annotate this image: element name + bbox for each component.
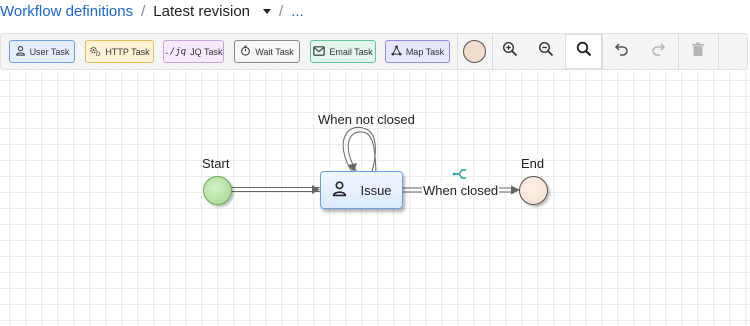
- zoom-in-icon: [502, 41, 518, 62]
- end-event-palette: [457, 34, 493, 69]
- jq-task-label: JQ Task: [190, 46, 223, 57]
- editor-toolbar: User Task HTTP Task ./jq JQ Task Wait Ta…: [0, 33, 748, 70]
- breadcrumb-workflow-definitions-link[interactable]: Workflow definitions: [0, 3, 133, 20]
- user-icon: [15, 45, 26, 58]
- caret-down-icon[interactable]: [263, 8, 272, 14]
- history-controls: [603, 34, 679, 69]
- zoom-fit-button[interactable]: [565, 34, 602, 69]
- self-loop-condition-label[interactable]: When not closed: [318, 112, 415, 127]
- breadcrumb-separator: /: [141, 2, 146, 20]
- user-icon: [331, 180, 348, 200]
- email-task-button[interactable]: Email Task: [310, 40, 376, 63]
- end-event-button[interactable]: [463, 40, 486, 63]
- redo-button[interactable]: [641, 34, 675, 69]
- user-task-button[interactable]: User Task: [9, 40, 75, 63]
- end-event-node[interactable]: [519, 176, 548, 205]
- breadcrumb-separator: /: [279, 2, 284, 20]
- jq-task-button[interactable]: ./jq JQ Task: [163, 40, 224, 63]
- zoom-fit-icon: [576, 41, 592, 62]
- delete-controls: [679, 34, 719, 69]
- jq-icon: ./jq: [164, 46, 187, 57]
- user-task-label: User Task: [29, 46, 70, 57]
- delete-button[interactable]: [681, 34, 715, 69]
- redo-icon: [650, 41, 666, 62]
- undo-button[interactable]: [605, 34, 639, 69]
- workflow-canvas[interactable]: Start When not closed Issue When closed …: [0, 71, 750, 326]
- issue-task-label: Issue: [360, 182, 392, 198]
- breadcrumb-more-link[interactable]: ...: [291, 3, 304, 20]
- zoom-in-button[interactable]: [493, 34, 527, 69]
- breadcrumb: Workflow definitions / Latest revision /…: [0, 0, 750, 22]
- email-task-label: Email Task: [329, 46, 373, 57]
- http-task-button[interactable]: HTTP Task: [85, 40, 154, 63]
- start-event-label: Start: [202, 156, 230, 171]
- zoom-out-icon: [538, 41, 554, 62]
- issue-task-node[interactable]: Issue: [320, 171, 403, 209]
- trash-icon: [691, 42, 705, 62]
- map-nodes-icon: [391, 45, 402, 58]
- mail-icon: [313, 45, 326, 58]
- task-palette: User Task HTTP Task ./jq JQ Task Wait Ta…: [1, 34, 457, 69]
- zoom-controls: [493, 34, 603, 69]
- undo-icon: [614, 41, 630, 62]
- edge-condition-label[interactable]: When closed: [422, 183, 500, 198]
- end-event-label: End: [521, 156, 545, 171]
- map-task-label: Map Task: [405, 46, 445, 57]
- zoom-out-button[interactable]: [529, 34, 563, 69]
- wait-task-button[interactable]: Wait Task: [234, 40, 300, 63]
- edge-issue-self-loop[interactable]: [342, 126, 377, 173]
- gears-icon: [89, 45, 101, 59]
- edge-start-to-issue[interactable]: [230, 185, 320, 194]
- http-task-label: HTTP Task: [105, 46, 150, 57]
- breadcrumb-revision-select[interactable]: Latest revision: [153, 3, 250, 20]
- map-task-button[interactable]: Map Task: [385, 40, 450, 63]
- wait-task-label: Wait Task: [255, 46, 294, 57]
- stopwatch-icon: [240, 45, 251, 58]
- start-event-node[interactable]: [203, 176, 232, 205]
